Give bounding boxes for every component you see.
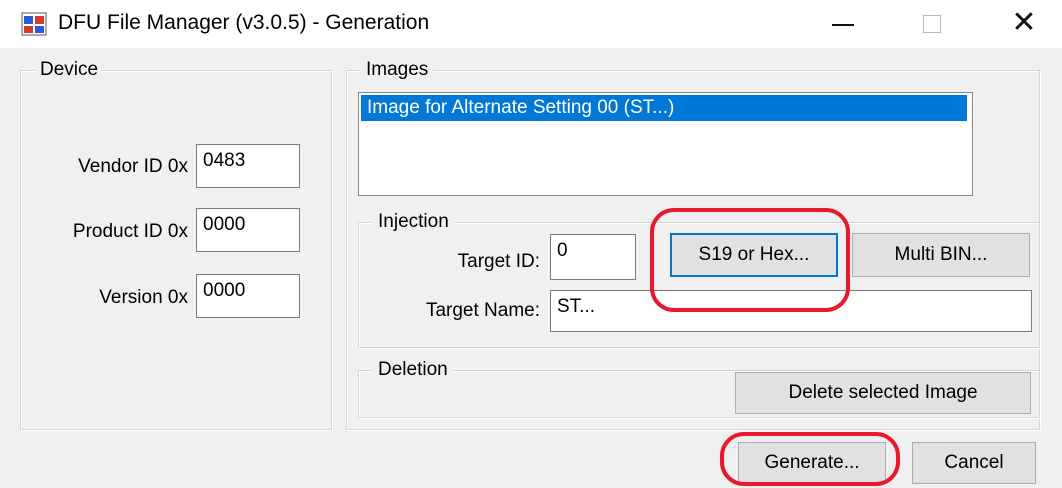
minimize-button[interactable] [822, 8, 862, 40]
version-field[interactable]: 0000 [196, 274, 300, 318]
close-button[interactable]: ✕ [1004, 8, 1044, 40]
deletion-legend: Deletion [373, 358, 453, 382]
generate-button[interactable]: Generate... [738, 442, 886, 484]
cancel-button[interactable]: Cancel [912, 442, 1036, 484]
target-id-label: Target ID: [457, 251, 540, 272]
images-listbox[interactable]: Image for Alternate Setting 00 (ST...) [358, 92, 973, 196]
maximize-button[interactable] [912, 8, 952, 40]
vendor-id-label: Vendor ID 0x [78, 156, 188, 177]
injection-legend: Injection [373, 210, 454, 234]
product-id-label: Product ID 0x [72, 221, 188, 242]
multi-bin-button[interactable]: Multi BIN... [852, 233, 1030, 277]
product-id-field[interactable]: 0000 [196, 208, 300, 252]
title-bar: DFU File Manager (v3.0.5) - Generation ✕ [0, 0, 1062, 48]
app-icon [21, 12, 47, 36]
delete-image-button[interactable]: Delete selected Image [735, 372, 1031, 414]
target-name-field[interactable]: ST... [550, 290, 1032, 332]
device-legend: Device [35, 58, 104, 82]
s19-hex-button[interactable]: S19 or Hex... [670, 233, 838, 277]
window-title: DFU File Manager (v3.0.5) - Generation [58, 11, 430, 34]
target-id-field[interactable]: 0 [550, 234, 636, 280]
version-label: Version 0x [99, 287, 188, 308]
vendor-id-field[interactable]: 0483 [196, 144, 300, 188]
image-list-item[interactable]: Image for Alternate Setting 00 (ST...) [361, 95, 967, 121]
images-legend: Images [361, 58, 434, 82]
target-name-label: Target Name: [425, 300, 540, 321]
